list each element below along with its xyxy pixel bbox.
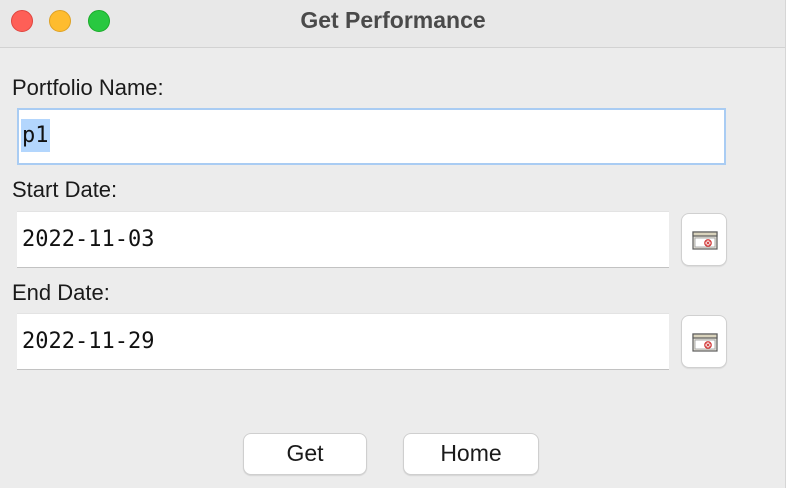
calendar-picker-icon bbox=[692, 333, 718, 352]
portfolio-name-label: Portfolio Name: bbox=[12, 75, 164, 100]
get-button[interactable]: Get bbox=[243, 433, 367, 475]
portfolio-name-value: p1 bbox=[21, 119, 50, 152]
portfolio-name-input[interactable]: p1 bbox=[17, 108, 726, 165]
start-date-input[interactable]: 2022-11-03 bbox=[17, 211, 669, 268]
desktop-background bbox=[786, 0, 794, 488]
end-date-calendar-button[interactable] bbox=[681, 315, 727, 368]
end-date-label: End Date: bbox=[12, 280, 110, 305]
home-button[interactable]: Home bbox=[403, 433, 539, 475]
get-performance-window: Get Performance Portfolio Name: p1 Start… bbox=[0, 0, 786, 488]
calendar-picker-icon bbox=[692, 231, 718, 250]
end-date-input[interactable]: 2022-11-29 bbox=[17, 313, 669, 370]
start-date-calendar-button[interactable] bbox=[681, 213, 727, 266]
title-bar: Get Performance bbox=[0, 0, 785, 48]
start-date-label: Start Date: bbox=[12, 177, 118, 202]
window-title: Get Performance bbox=[300, 7, 486, 33]
